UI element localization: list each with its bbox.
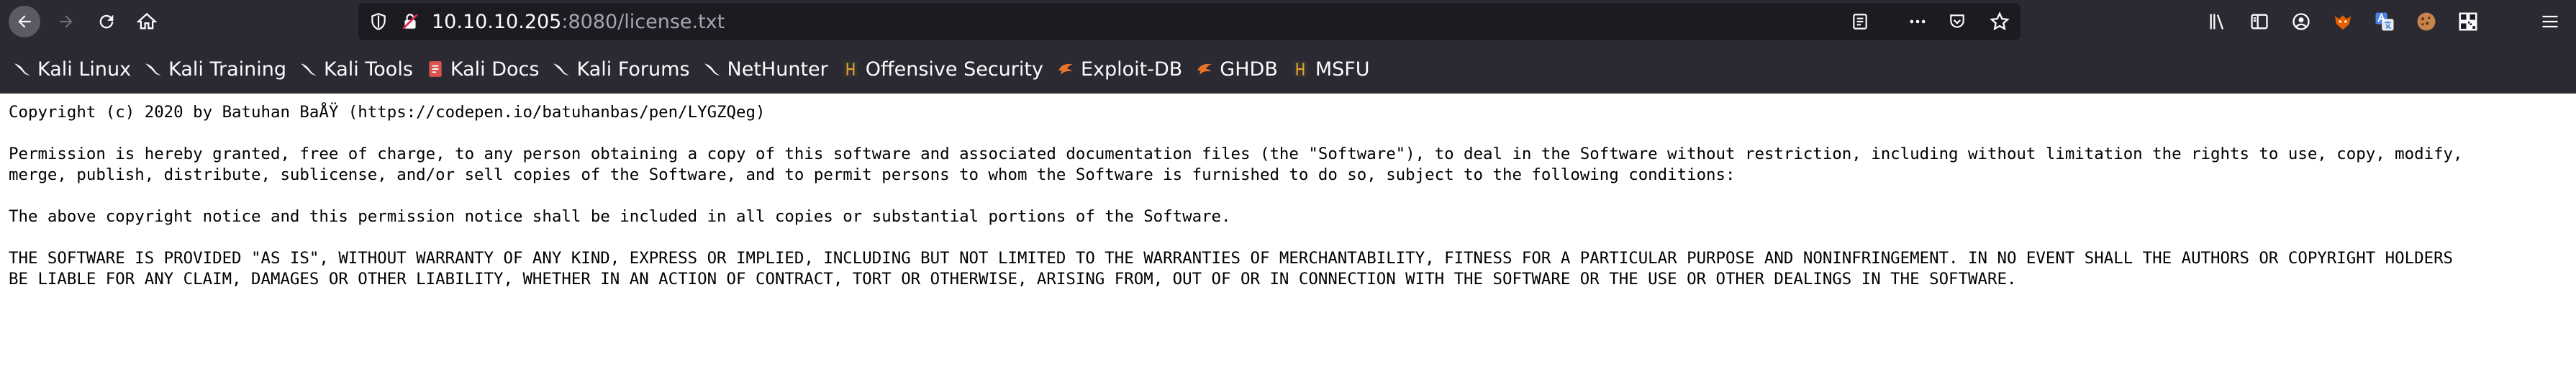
- reload-button[interactable]: [91, 6, 122, 37]
- bookmark-nethunter[interactable]: NetHunter: [703, 53, 828, 85]
- home-icon: [137, 12, 157, 29]
- license-line: The above copyright notice and this perm…: [9, 207, 1231, 226]
- offsec-icon: [841, 60, 860, 78]
- arrow-left-icon: [18, 15, 31, 28]
- browser-chrome: 10.10.10.205:8080/license.txt Kali Linux: [0, 0, 2576, 94]
- url-path: :8080/license.txt: [561, 10, 725, 33]
- menu-icon[interactable]: [2534, 6, 2566, 37]
- pocket-icon[interactable]: [1941, 6, 1973, 37]
- arrow-right-icon: [60, 15, 73, 28]
- cookie-extension-icon[interactable]: [2411, 6, 2442, 37]
- reload-icon: [99, 14, 114, 29]
- bookmark-kali-linux[interactable]: Kali Linux: [13, 53, 131, 85]
- bookmark-kali-forums[interactable]: Kali Forums: [552, 53, 690, 85]
- insecure-lock-icon[interactable]: [394, 6, 426, 37]
- bookmarks-toolbar: Kali Linux Kali Training Kali Tools Kali…: [0, 45, 2576, 94]
- exploitdb-icon: [1195, 60, 1214, 78]
- license-line: merge, publish, distribute, sublicense, …: [9, 165, 1736, 184]
- shield-icon[interactable]: [363, 6, 394, 37]
- home-button[interactable]: [131, 6, 163, 37]
- kali-dragon-icon: [13, 60, 32, 78]
- offsec-icon: [1291, 60, 1310, 78]
- url-text[interactable]: 10.10.10.205:8080/license.txt: [432, 11, 725, 33]
- address-bar[interactable]: 10.10.10.205:8080/license.txt: [358, 3, 2021, 40]
- bookmark-star-icon[interactable]: [1984, 6, 2015, 37]
- url-host: 10.10.10.205: [432, 10, 562, 33]
- qr-code-extension-icon[interactable]: [2452, 6, 2484, 37]
- forward-button[interactable]: [50, 6, 82, 37]
- kali-dragon-icon: [552, 60, 571, 78]
- kali-dragon-icon: [144, 60, 163, 78]
- page-content: Copyright (c) 2020 by Batuhan BaÅŸ (http…: [9, 102, 2563, 290]
- translate-extension-icon[interactable]: [2369, 6, 2400, 37]
- library-icon[interactable]: [2202, 6, 2233, 37]
- blank-line: [9, 227, 2563, 248]
- license-line: THE SOFTWARE IS PROVIDED "AS IS", WITHOU…: [9, 249, 2454, 268]
- bookmark-offensive-security[interactable]: Offensive Security: [841, 53, 1043, 85]
- license-line: BE LIABLE FOR ANY CLAIM, DAMAGES OR OTHE…: [9, 270, 2017, 289]
- exploitdb-icon: [1056, 60, 1075, 78]
- kali-docs-icon: [426, 60, 445, 78]
- reader-view-icon[interactable]: [1844, 6, 1876, 37]
- license-line: Permission is hereby granted, free of ch…: [9, 145, 2463, 163]
- back-button[interactable]: [9, 6, 40, 37]
- bookmark-exploit-db[interactable]: Exploit-DB: [1056, 53, 1182, 85]
- more-actions-icon[interactable]: [1902, 6, 1933, 37]
- kali-dragon-icon: [703, 60, 722, 78]
- blank-line: [9, 123, 2563, 144]
- bookmark-ghdb[interactable]: GHDB: [1195, 53, 1278, 85]
- bookmark-kali-tools[interactable]: Kali Tools: [299, 53, 413, 85]
- kali-dragon-icon: [299, 60, 318, 78]
- account-icon[interactable]: [2285, 6, 2317, 37]
- sidebar-icon[interactable]: [2244, 6, 2275, 37]
- blank-line: [9, 186, 2563, 206]
- bookmark-kali-docs[interactable]: Kali Docs: [426, 53, 539, 85]
- extension-fox-icon[interactable]: [2327, 6, 2359, 37]
- bookmark-kali-training[interactable]: Kali Training: [144, 53, 286, 85]
- bookmark-msfu[interactable]: MSFU: [1291, 53, 1370, 85]
- license-line: Copyright (c) 2020 by Batuhan BaÅŸ (http…: [9, 103, 766, 122]
